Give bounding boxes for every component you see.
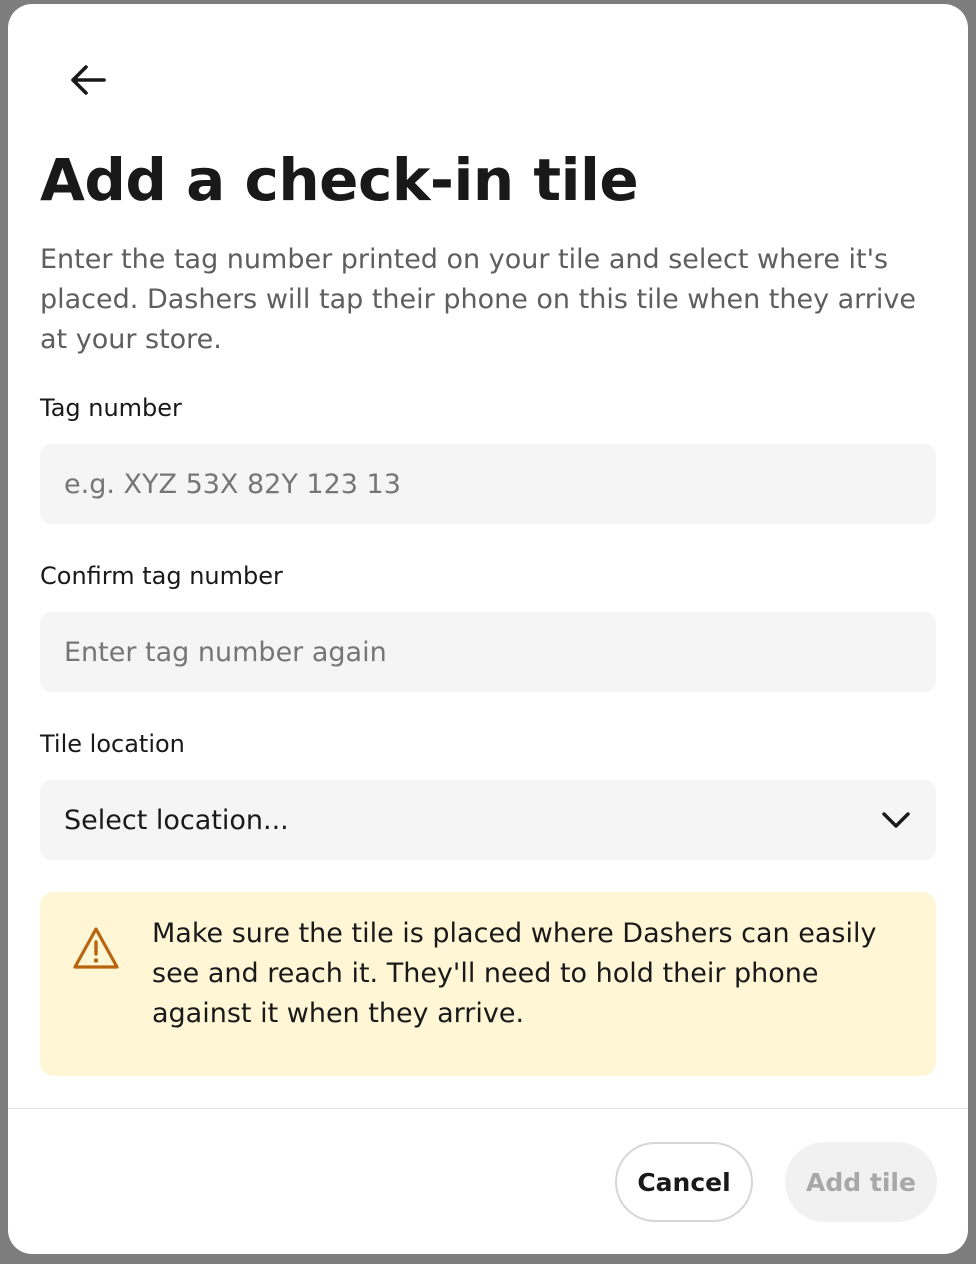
tile-location-label: Tile location [40, 730, 185, 758]
add-check-in-tile-dialog: Add a check-in tile Enter the tag number… [8, 4, 968, 1254]
cancel-button[interactable]: Cancel [615, 1142, 753, 1222]
placement-warning-text: Make sure the tile is placed where Dashe… [152, 918, 877, 1029]
confirm-tag-number-field-wrapper [40, 612, 936, 692]
confirm-tag-number-label: Confirm tag number [40, 562, 283, 590]
tag-number-field-wrapper [40, 444, 936, 524]
footer-divider [8, 1108, 968, 1109]
back-button[interactable] [56, 48, 120, 112]
chevron-down-icon [880, 804, 912, 836]
arrow-left-icon [71, 65, 106, 95]
placement-warning-banner: Make sure the tile is placed where Dashe… [40, 892, 936, 1076]
dialog-title: Add a check-in tile [40, 146, 639, 214]
tile-location-select[interactable]: Select location... [40, 780, 936, 860]
tag-number-label: Tag number [40, 394, 182, 422]
tile-location-selected-value: Select location... [64, 804, 289, 836]
dialog-description: Enter the tag number printed on your til… [40, 244, 916, 355]
confirm-tag-number-input[interactable] [64, 636, 912, 668]
warning-triangle-icon [72, 926, 120, 970]
add-tile-button[interactable]: Add tile [785, 1142, 937, 1222]
tag-number-input[interactable] [64, 468, 912, 500]
